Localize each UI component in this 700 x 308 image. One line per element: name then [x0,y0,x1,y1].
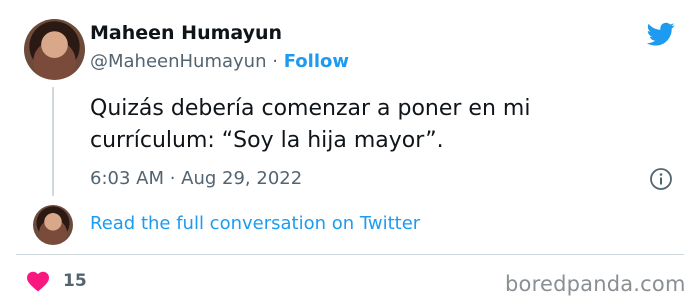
tweet-text-line: Quizás debería comenzar a poner en mi [90,96,531,121]
tweet-card: Maheen Humayun @MaheenHumayun · Follow Q… [0,0,700,308]
read-conversation-link[interactable]: Read the full conversation on Twitter [90,213,420,234]
author-handle-row: @MaheenHumayun · Follow [90,51,349,72]
reply-avatar[interactable] [33,205,73,245]
heart-icon[interactable] [26,270,50,292]
handle-separator: · [272,51,278,72]
author-avatar[interactable] [24,19,85,80]
tweet-text-line: currículum: “Soy la hija mayor”. [90,128,444,153]
divider [16,254,684,255]
author-handle[interactable]: @MaheenHumayun [90,51,267,72]
thread-connector-line [52,87,54,196]
watermark: boredpanda.com [505,272,686,296]
follow-button[interactable]: Follow [284,51,349,72]
author-name[interactable]: Maheen Humayun [90,22,282,44]
info-icon[interactable] [649,167,673,191]
tweet-text: Quizás debería comenzar a poner en mi cu… [90,93,610,157]
like-count: 15 [63,271,87,291]
twitter-bird-icon[interactable] [645,20,677,48]
tweet-timestamp[interactable]: 6:03 AM · Aug 29, 2022 [90,168,302,189]
